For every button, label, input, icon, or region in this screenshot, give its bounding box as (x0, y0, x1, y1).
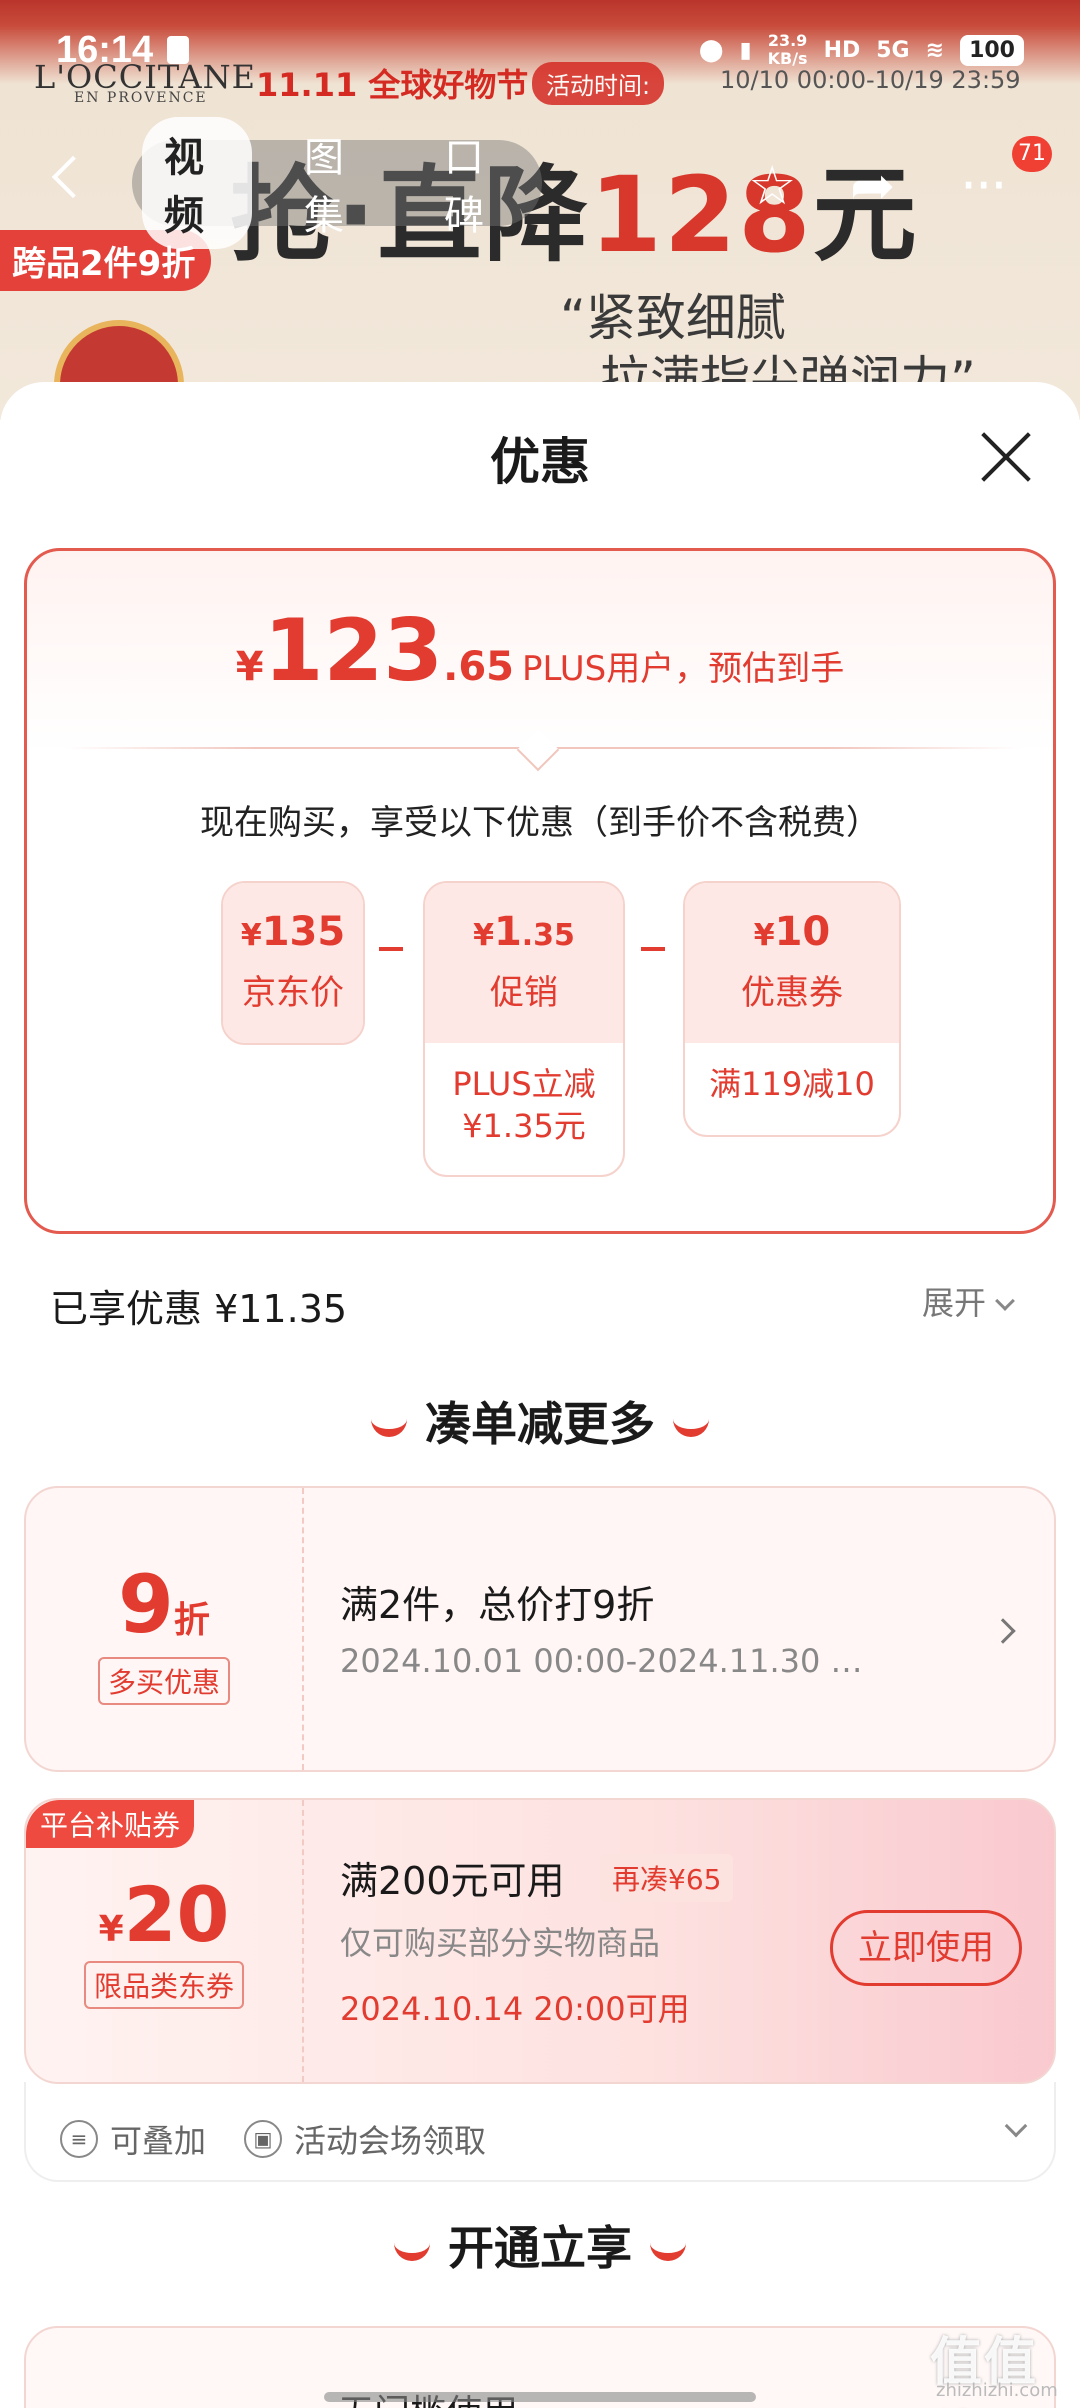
product-nav: 视频 图集 口碑 ☆ ➦ ··· 71 (0, 117, 1080, 249)
add-more-tag: 再凑¥65 (600, 1854, 734, 1902)
more-icon[interactable]: ··· (960, 154, 1007, 217)
back-icon[interactable] (51, 155, 95, 199)
battery-icon: 100 (960, 34, 1024, 66)
divider-notch (516, 728, 560, 772)
estimate-label: PLUS用户，预估到手 (522, 649, 845, 689)
coupon-value: 9折 多买优惠 (26, 1488, 302, 1770)
coupon-available-time: 2024.10.14 20:00可用 (340, 1990, 690, 2028)
smile-icon (673, 1419, 709, 1437)
status-bar: 16:14 ⬤ ▮ 23.9 KB/s HD 5G ≋ 100 (0, 0, 1080, 100)
buy-hint: 现在购买，享受以下优惠（到手价不含税费） (200, 803, 880, 843)
dashed-separator (302, 1800, 304, 2082)
close-icon[interactable] (978, 428, 1034, 484)
chevron-down-icon (995, 1291, 1015, 1311)
venue-icon: ▣ (244, 2120, 282, 2158)
media-tabs: 视频 图集 口碑 (132, 117, 542, 249)
more-badge: 71 (1012, 136, 1052, 172)
section-more-savings: 凑单减更多 (0, 1388, 1080, 1454)
minus-sign (641, 947, 665, 951)
chevron-right-icon[interactable] (990, 1618, 1016, 1644)
multi-buy-tag: 多买优惠 (97, 1657, 230, 1705)
coupon-title: 满2件，总价打9折 (340, 1583, 655, 1627)
favorite-icon[interactable]: ☆ (748, 154, 796, 217)
stackable-label: 可叠加 (110, 2122, 207, 2160)
discount-sheet: 优惠 ¥123.65 PLUS用户，预估到手 现在购买，享受以下优惠（到手价不含税… (0, 382, 1080, 2408)
category-coupon-tag: 限品类东券 (83, 1961, 244, 2009)
use-now-button[interactable]: 立即使用 (830, 1910, 1022, 1986)
minus-sign (379, 947, 403, 951)
home-indicator[interactable] (324, 2392, 756, 2402)
coupon-title: 满200元可用 (340, 1859, 565, 1903)
breakdown-promotion: ¥1.35 促销 PLUS立减 ¥1.35元 (423, 881, 625, 1177)
sheet-title: 优惠 (490, 433, 590, 491)
share-icon[interactable]: ➦ (850, 154, 895, 217)
promotion-detail: PLUS立减 ¥1.35元 (452, 1065, 596, 1145)
coupon-period: 2024.10.01 00:00-2024.11.30 … (340, 1642, 863, 1680)
location-icon: ⬤ (698, 37, 724, 63)
hd-icon: HD (823, 37, 861, 63)
breakdown-jd-price: ¥135 京东价 (221, 881, 365, 1045)
stack-icon: ≡ (60, 2120, 98, 2158)
watermark-url: zhizhizhi.com (936, 2380, 1058, 2401)
status-time: 16:14 (56, 28, 154, 71)
vibrate-icon: ▮ (739, 37, 752, 63)
coupon-value: ¥20 限品类东券 (26, 1800, 302, 2082)
estimated-price-card: ¥123.65 PLUS用户，预估到手 现在购买，享受以下优惠（到手价不含税费） … (24, 548, 1056, 1234)
section-open-enjoy: 开通立享 (0, 2212, 1080, 2278)
tab-gallery[interactable]: 图集 (282, 117, 392, 249)
dashed-separator (302, 1488, 304, 1770)
signal-icon: 5G (876, 37, 910, 63)
expand-button[interactable]: 展开 (922, 1278, 1015, 1324)
coupon-features: ≡ 可叠加 ▣ 活动会场领取 (24, 2082, 1056, 2182)
venue-label: 活动会场领取 (294, 2122, 487, 2160)
coupon-detail: 满119减10 (709, 1065, 875, 1103)
estimated-price: ¥123.65 PLUS用户，预估到手 (235, 601, 845, 701)
multi-buy-coupon[interactable]: 9折 多买优惠 满2件，总价打9折 2024.10.01 00:00-2024.… (24, 1486, 1056, 1772)
tab-video[interactable]: 视频 (142, 117, 252, 249)
net-speed: 23.9 KB/s (767, 31, 808, 68)
chevron-down-icon[interactable] (1004, 2114, 1028, 2138)
enjoyed-discount: 已享优惠 ¥11.35 (50, 1287, 348, 1331)
notification-icon (167, 36, 190, 64)
tab-reviews[interactable]: 口碑 (422, 117, 532, 249)
platform-subsidy-coupon: 平台补贴券 ¥20 限品类东券 满200元可用 再凑¥65 仅可购买部分实物商品… (24, 1798, 1056, 2084)
wifi-icon: ≋ (925, 37, 945, 63)
smile-icon (394, 2243, 430, 2261)
smile-icon (371, 1419, 407, 1437)
breakdown-coupon: ¥10 优惠券 满119减10 (683, 881, 901, 1137)
smile-icon (650, 2243, 686, 2261)
coupon-scope: 仅可购买部分实物商品 (340, 1924, 661, 1962)
